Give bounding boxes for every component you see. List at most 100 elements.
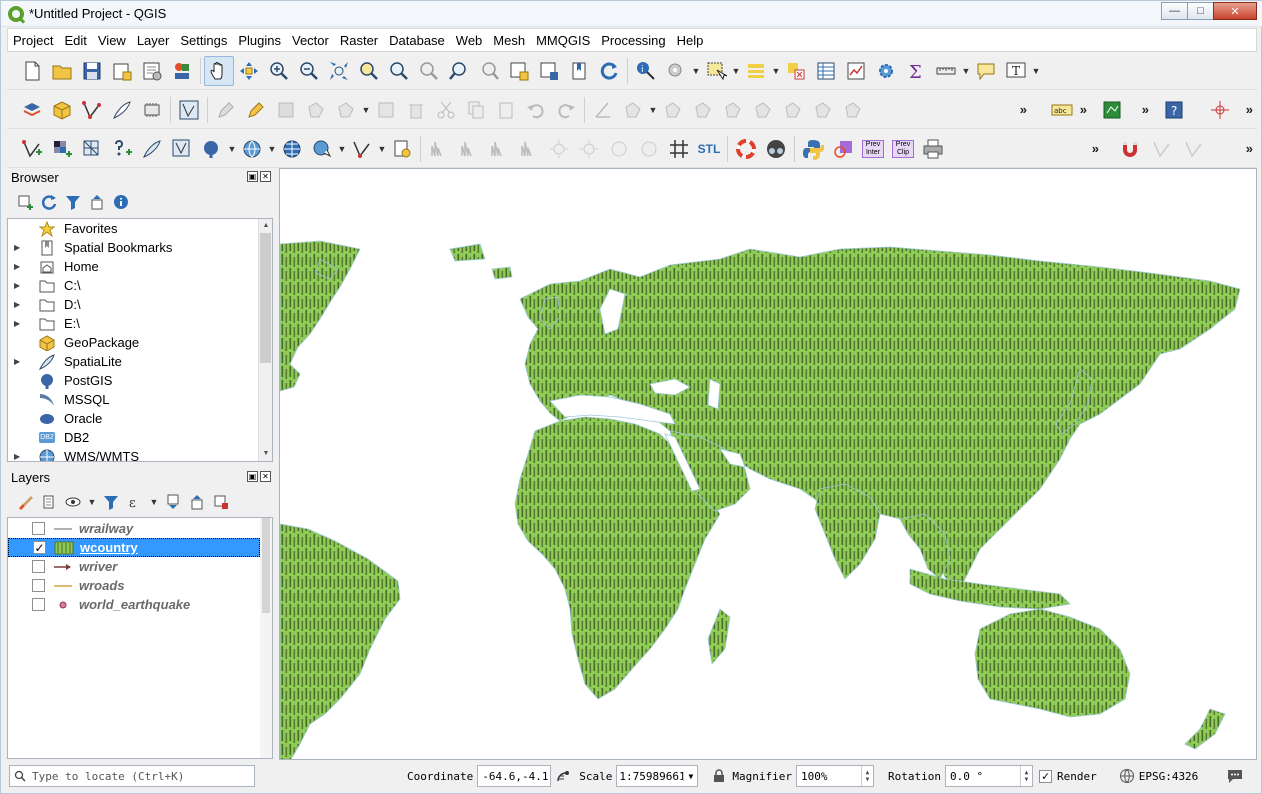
new-project-button[interactable] xyxy=(17,56,47,86)
sun-tool-2-button[interactable] xyxy=(574,134,604,164)
add-postgis-button[interactable] xyxy=(197,134,227,164)
menu-project[interactable]: Project xyxy=(8,33,58,48)
manage-visibility-button[interactable] xyxy=(63,492,83,512)
fill-ring-button[interactable] xyxy=(658,95,688,125)
digitize-button[interactable] xyxy=(107,95,137,125)
vertex-tool-button[interactable] xyxy=(174,95,204,125)
advanced-digitize-button[interactable] xyxy=(588,95,618,125)
close-button[interactable]: ✕ xyxy=(1213,2,1257,20)
summary-button[interactable]: Σ xyxy=(901,56,931,86)
menu-plugins[interactable]: Plugins xyxy=(233,33,286,48)
close-panel-button[interactable]: ✕ xyxy=(260,171,271,182)
zoom-to-layer-button[interactable] xyxy=(384,56,414,86)
menu-view[interactable]: View xyxy=(93,33,131,48)
brightness-tool-2-button[interactable] xyxy=(634,134,664,164)
menu-edit[interactable]: Edit xyxy=(59,33,91,48)
dropdown-arrow-icon[interactable]: ▼ xyxy=(87,497,97,507)
python-button[interactable] xyxy=(798,134,828,164)
browser-item-db2[interactable]: DB2 DB2 xyxy=(8,428,258,447)
print-layout-button[interactable] xyxy=(137,56,167,86)
menu-layer[interactable]: Layer xyxy=(132,33,175,48)
browser-item-d-drive[interactable]: ▶ D:\ xyxy=(8,295,258,314)
new-geopackage-button[interactable] xyxy=(47,95,77,125)
printer-button[interactable] xyxy=(918,134,948,164)
crs-label[interactable]: EPSG:4326 xyxy=(1139,770,1199,783)
delete-ring-button[interactable] xyxy=(688,95,718,125)
python-console-button[interactable] xyxy=(1097,95,1127,125)
current-edits-button[interactable] xyxy=(211,95,241,125)
toolbar-overflow-icon[interactable]: » xyxy=(1080,102,1087,117)
measure-button[interactable] xyxy=(931,56,961,86)
spin-arrows-icon[interactable]: ▲ ▼ xyxy=(1019,766,1032,786)
browser-item-favorites[interactable]: Favorites xyxy=(8,219,258,238)
paste-button[interactable] xyxy=(491,95,521,125)
style-manager-button[interactable] xyxy=(167,56,197,86)
add-wcs-button[interactable] xyxy=(277,134,307,164)
label-button[interactable]: abc xyxy=(1047,95,1077,125)
map-tips-button[interactable] xyxy=(971,56,1001,86)
merge-features-button[interactable] xyxy=(838,95,868,125)
stl-export-button[interactable]: STL xyxy=(694,134,724,164)
expand-arrow-icon[interactable]: ▶ xyxy=(14,300,26,309)
dropdown-arrow-icon[interactable]: ▼ xyxy=(683,771,697,781)
coordinate-field[interactable]: -64.6,-4.1 xyxy=(477,765,552,787)
snap-vertex-button[interactable] xyxy=(1147,134,1177,164)
save-edits-button[interactable] xyxy=(271,95,301,125)
coordinate-capture-button[interactable] xyxy=(1205,95,1235,125)
zoom-to-selection-button[interactable] xyxy=(354,56,384,86)
filter-expression-button[interactable]: ε xyxy=(125,492,145,512)
maximize-button[interactable]: □ xyxy=(1187,2,1214,20)
layer-row-wroads[interactable]: wroads xyxy=(8,576,260,595)
filter-legend-button[interactable] xyxy=(101,492,121,512)
browser-item-postgis[interactable]: PostGIS xyxy=(8,371,258,390)
layer-visibility-checkbox[interactable] xyxy=(32,522,45,535)
expand-arrow-icon[interactable]: ▶ xyxy=(14,262,26,271)
refresh-browser-button[interactable] xyxy=(39,192,59,212)
add-mesh-layer-button[interactable] xyxy=(77,134,107,164)
plugin-tool-button[interactable] xyxy=(828,134,858,164)
expand-arrow-icon[interactable]: ▶ xyxy=(14,243,26,252)
undo-button[interactable] xyxy=(521,95,551,125)
add-vector-layer-button[interactable] xyxy=(17,134,47,164)
dropdown-arrow-icon[interactable]: ▼ xyxy=(227,144,237,154)
select-features-button[interactable] xyxy=(701,56,731,86)
prev-clip-button[interactable]: Prev Clip xyxy=(888,134,918,164)
dropdown-arrow-icon[interactable]: ▼ xyxy=(361,105,371,115)
add-virtual-layer-button[interactable] xyxy=(167,134,197,164)
open-project-button[interactable] xyxy=(47,56,77,86)
temp-layer-button[interactable] xyxy=(137,95,167,125)
browser-item-spatialite[interactable]: ▶ SpatiaLite xyxy=(8,352,258,371)
toolbar-overflow-icon[interactable]: » xyxy=(1246,102,1253,117)
lock-icon[interactable] xyxy=(712,769,726,783)
menu-settings[interactable]: Settings xyxy=(175,33,232,48)
gps-tool-button[interactable] xyxy=(761,134,791,164)
rotation-spinbox[interactable]: 0.0 ° ▲ ▼ xyxy=(944,765,1033,787)
magnifier-spinbox[interactable]: 100% ▲ ▼ xyxy=(795,765,874,787)
layer-row-world-earthquake[interactable]: world_earthquake xyxy=(8,595,260,614)
float-panel-button[interactable]: ▣ xyxy=(247,471,258,482)
zoom-in-button[interactable] xyxy=(264,56,294,86)
toolbar-overflow-icon[interactable]: » xyxy=(1020,102,1027,117)
expand-arrow-icon[interactable]: ▶ xyxy=(14,452,26,461)
messages-bubble-icon[interactable] xyxy=(1226,768,1244,784)
split-features-button[interactable] xyxy=(808,95,838,125)
toolbar-overflow-icon[interactable]: » xyxy=(1092,141,1099,156)
save-project-button[interactable] xyxy=(77,56,107,86)
dropdown-arrow-icon[interactable]: ▼ xyxy=(1031,66,1041,76)
delete-selected-button[interactable] xyxy=(401,95,431,125)
brightness-tool-1-button[interactable] xyxy=(604,134,634,164)
graticule-button[interactable] xyxy=(664,134,694,164)
layer-metadata-button[interactable] xyxy=(387,134,417,164)
bookmark-button[interactable] xyxy=(564,56,594,86)
dropdown-arrow-icon[interactable]: ▼ xyxy=(648,105,658,115)
scrollbar-thumb[interactable] xyxy=(262,518,270,613)
dropdown-arrow-icon[interactable]: ▼ xyxy=(731,66,741,76)
cut-button[interactable] xyxy=(431,95,461,125)
statistics-button[interactable] xyxy=(841,56,871,86)
locator-search-input[interactable]: Type to locate (Ctrl+K) xyxy=(9,765,255,787)
expand-arrow-icon[interactable]: ▶ xyxy=(14,281,26,290)
add-ring-button[interactable] xyxy=(618,95,648,125)
refresh-button[interactable] xyxy=(594,56,624,86)
help-button[interactable]: ? xyxy=(1159,95,1189,125)
scale-combobox[interactable]: 1:75989661 ▼ xyxy=(616,765,699,787)
